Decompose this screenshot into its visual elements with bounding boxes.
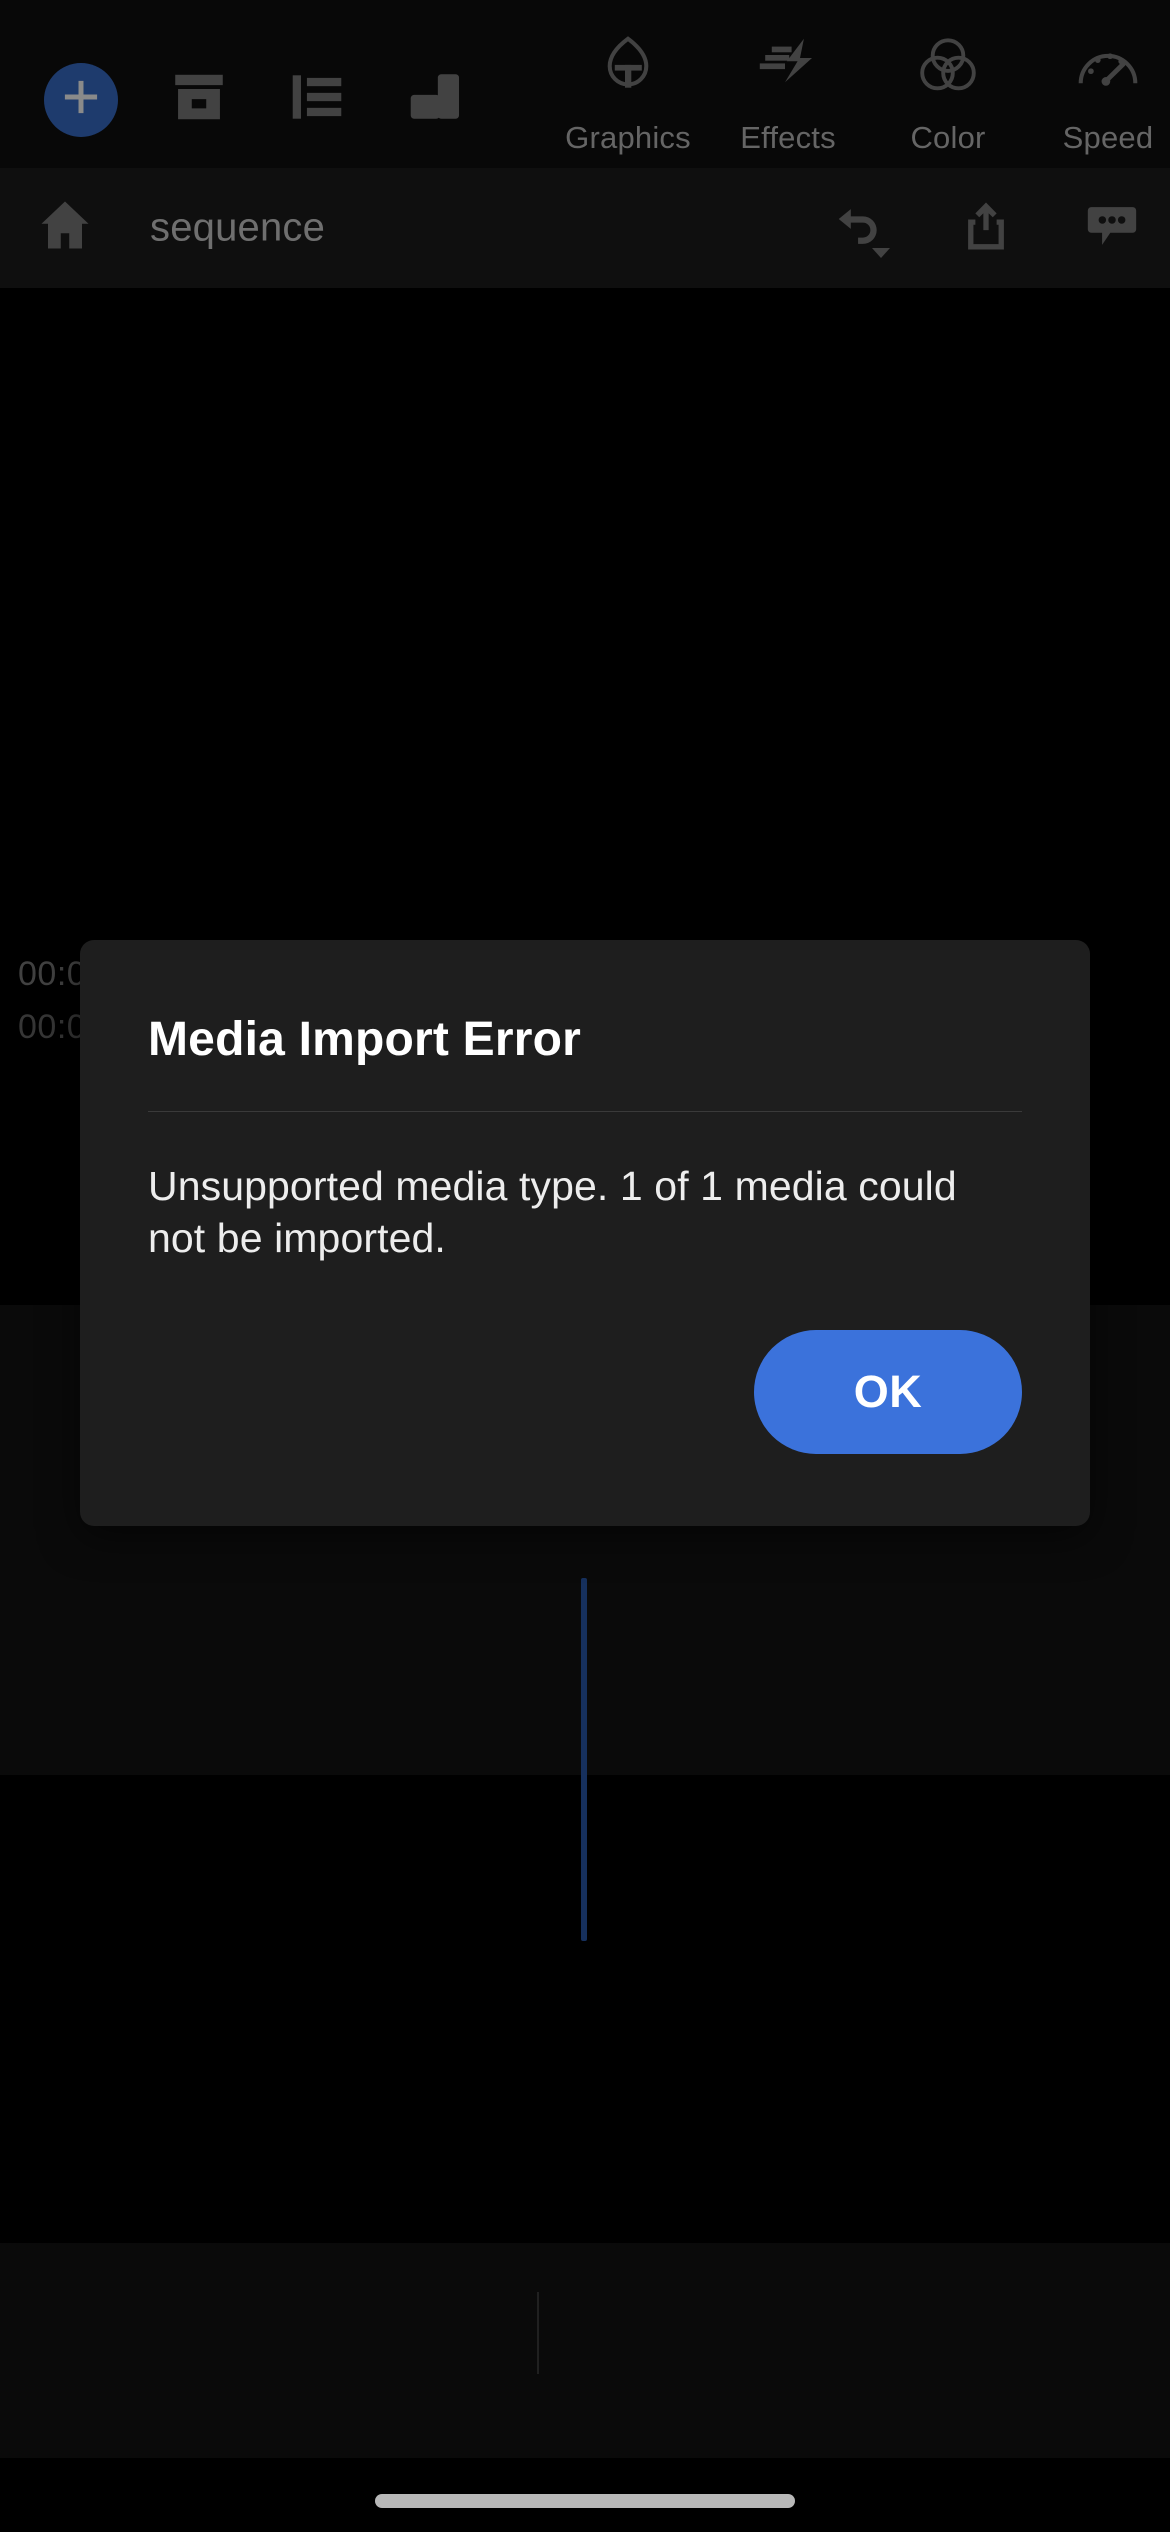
app-root: sequence 00:0 00:0 Graphics Effects Colo…	[0, 0, 1170, 2532]
dialog-title: Media Import Error	[148, 1013, 581, 1066]
media-import-error-dialog: Media Import Error Unsupported media typ…	[80, 940, 1090, 1527]
ok-button[interactable]: OK	[754, 1330, 1022, 1455]
dialog-actions: OK	[80, 1264, 1090, 1526]
dialog-message: Unsupported media type. 1 of 1 media cou…	[148, 1163, 957, 1262]
